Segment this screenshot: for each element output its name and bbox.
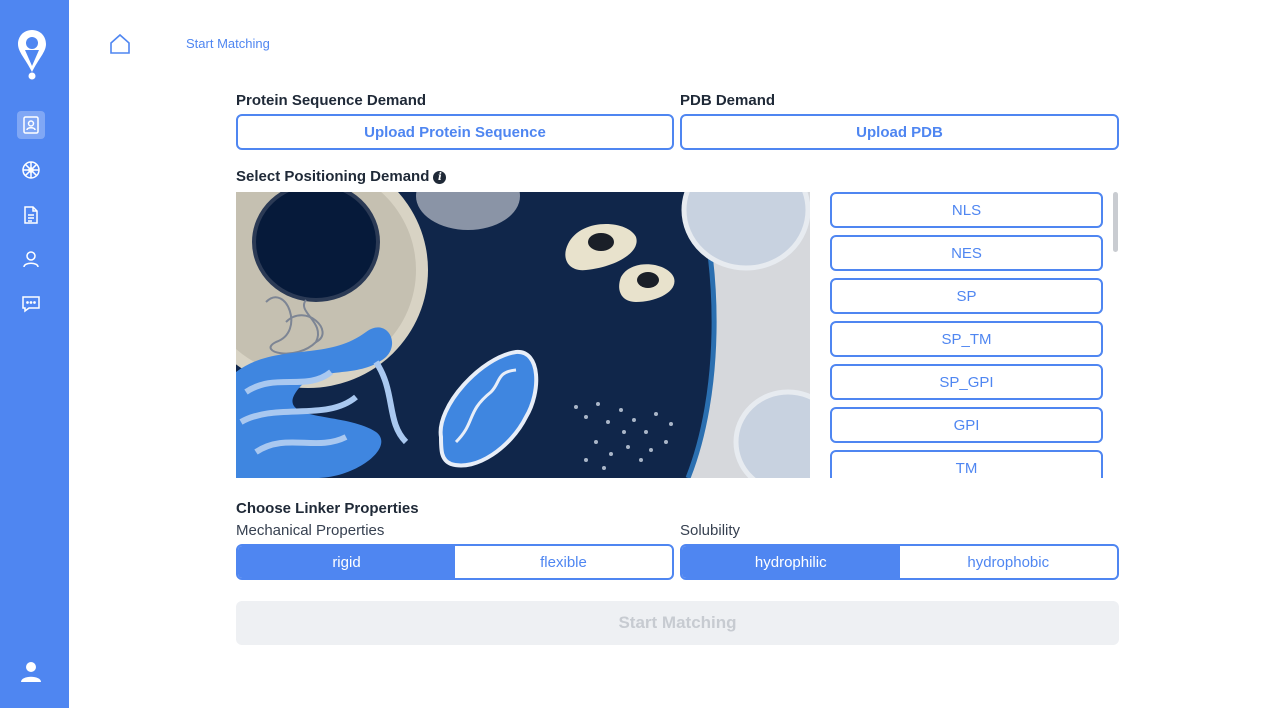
chat-icon (22, 296, 40, 313)
sidebar (0, 0, 69, 708)
positioning-option-sp-gpi[interactable]: SP_GPI (830, 364, 1103, 400)
sidebar-item-wheel[interactable] (17, 156, 45, 184)
positioning-scrollbar[interactable] (1113, 192, 1118, 252)
positioning-option-nls[interactable]: NLS (830, 192, 1103, 228)
solubility-label: Solubility (680, 522, 741, 539)
home-icon[interactable] (108, 32, 132, 56)
user-icon (23, 251, 39, 268)
pdb-label: PDB Demand (680, 92, 776, 109)
start-matching-button[interactable]: Start Matching (236, 601, 1119, 645)
mechanical-option-flexible[interactable]: flexible (455, 546, 672, 578)
logo-icon (18, 30, 46, 80)
upload-protein-sequence-button[interactable]: Upload Protein Sequence (236, 114, 674, 150)
account-icon[interactable] (19, 660, 43, 684)
positioning-option-nes[interactable]: NES (830, 235, 1103, 271)
cell-illustration[interactable] (236, 192, 810, 478)
sidebar-item-documents[interactable] (17, 201, 45, 229)
solubility-option-hydrophobic[interactable]: hydrophobic (900, 546, 1118, 578)
protein-sequence-label: Protein Sequence Demand (236, 92, 427, 109)
sidebar-item-messages[interactable] (17, 290, 45, 318)
linker-properties-label: Choose Linker Properties (236, 500, 419, 517)
positioning-option-sp-tm[interactable]: SP_TM (830, 321, 1103, 357)
breadcrumb-start-matching[interactable]: Start Matching (186, 36, 270, 51)
solubility-option-hydrophilic[interactable]: hydrophilic (682, 546, 900, 578)
positioning-option-tm[interactable]: TM (830, 450, 1103, 478)
positioning-label: Select Positioning Demand i (236, 168, 447, 185)
mechanical-option-rigid[interactable]: rigid (238, 546, 455, 578)
sidebar-item-contacts[interactable] (17, 111, 45, 139)
positioning-options-list[interactable]: NLS NES SP SP_TM SP_GPI GPI TM (830, 192, 1120, 478)
positioning-option-sp[interactable]: SP (830, 278, 1103, 314)
contact-card-icon (23, 116, 39, 134)
document-icon (24, 206, 38, 224)
positioning-label-text: Select Positioning Demand (236, 168, 430, 185)
upload-pdb-button[interactable]: Upload PDB (680, 114, 1119, 150)
positioning-option-gpi[interactable]: GPI (830, 407, 1103, 443)
wheel-icon (22, 161, 40, 179)
solubility-toggle: hydrophilic hydrophobic (680, 544, 1119, 580)
info-icon[interactable]: i (433, 171, 447, 184)
sidebar-item-profile[interactable] (17, 245, 45, 273)
mechanical-properties-label: Mechanical Properties (236, 522, 385, 539)
mechanical-toggle: rigid flexible (236, 544, 674, 580)
